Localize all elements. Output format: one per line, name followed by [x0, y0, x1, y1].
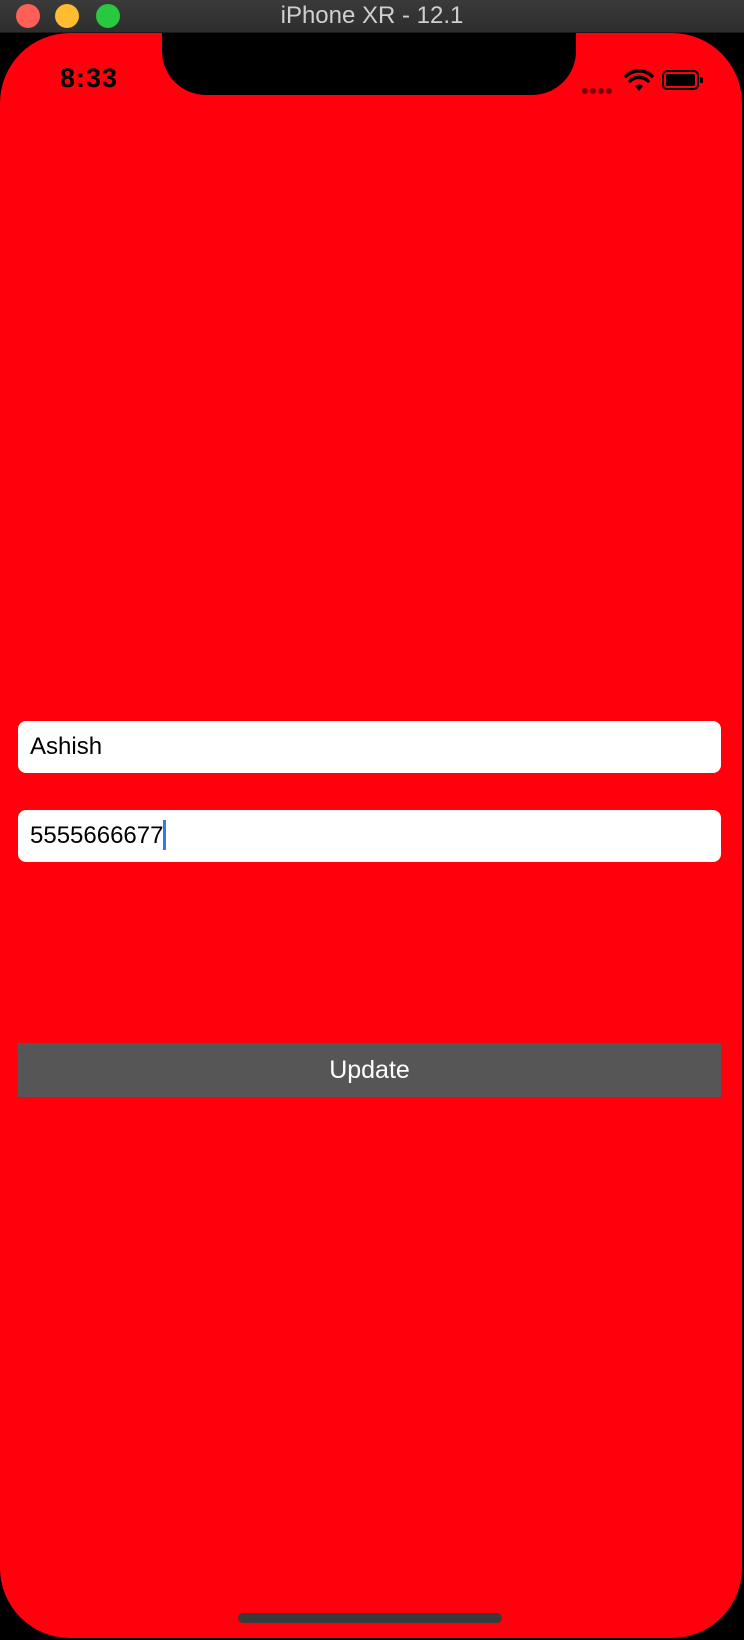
- device-frame: 8:33 Ashish 5555666677 Update: [0, 33, 744, 1640]
- device-notch: [162, 33, 576, 95]
- wifi-icon: [624, 69, 654, 91]
- home-indicator[interactable]: [238, 1613, 502, 1623]
- window-title: iPhone XR - 12.1: [280, 2, 464, 29]
- app-screen: 8:33 Ashish 5555666677 Update: [0, 33, 742, 1638]
- name-input-value: Ashish: [30, 733, 103, 760]
- text-caret: [163, 819, 167, 850]
- name-input[interactable]: Ashish: [18, 721, 721, 773]
- simulator-title-bar: iPhone XR - 12.1: [0, 0, 744, 33]
- update-button[interactable]: Update: [18, 1043, 721, 1097]
- status-time: 8:33: [60, 63, 119, 93]
- phone-input[interactable]: 5555666677: [18, 810, 721, 862]
- phone-input-value: 5555666677: [30, 822, 164, 849]
- signal-icon: [582, 81, 616, 94]
- battery-icon: [662, 70, 703, 90]
